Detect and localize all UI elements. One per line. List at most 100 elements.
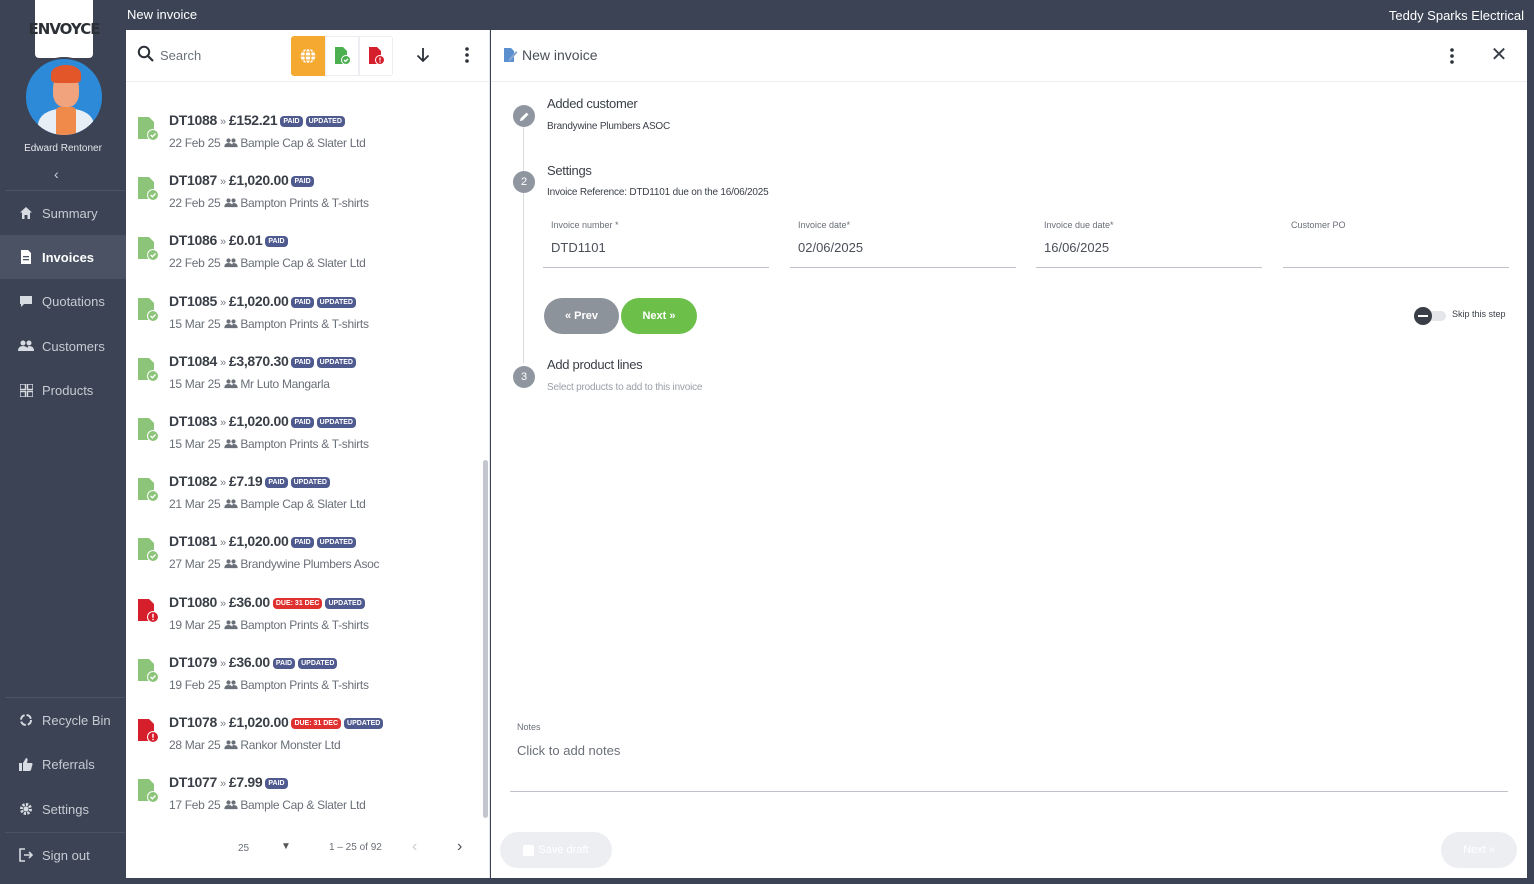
invoice-date: 27 Mar 25 — [169, 557, 221, 572]
search-input[interactable] — [160, 44, 280, 66]
nav-label: Sign out — [42, 847, 90, 863]
invoice-row[interactable]: DT1078» £1,020.00 DUE: 31 DEC UPDATED 28 Mar… — [126, 708, 482, 768]
list-scrollbar[interactable] — [483, 460, 488, 818]
paid-badge: PAID — [265, 236, 288, 248]
invoice-list: DT1088» £152.21 PAID UPDATED 22 Feb 25 Bample… — [126, 82, 482, 816]
step-3-title[interactable]: Add product lines — [547, 357, 643, 372]
filter-due-button[interactable] — [359, 36, 393, 76]
page-title: New invoice — [127, 7, 198, 22]
save-draft-button[interactable]: Save draft — [500, 832, 612, 868]
step-2-title[interactable]: Settings — [547, 163, 592, 178]
next-step-button[interactable]: Next » — [621, 298, 697, 334]
invoice-customer: Bampton Prints & T-shirts — [240, 196, 369, 211]
invoice-row[interactable]: DT1079» £36.00 PAID UPDATED 19 Feb 25 Bampton… — [126, 648, 482, 708]
nav-referrals[interactable]: Referrals — [0, 742, 126, 786]
invoice-row[interactable]: DT1081» £1,020.00 PAID UPDATED 27 Mar 25 Bran… — [126, 527, 482, 587]
skip-step-toggle[interactable] — [1414, 307, 1448, 325]
invoice-date-input[interactable] — [798, 240, 998, 255]
paid-badge: PAID — [291, 296, 314, 308]
step-1-title[interactable]: Added customer — [547, 96, 638, 111]
people-icon — [224, 379, 239, 388]
step-2-marker: 2 — [513, 171, 535, 193]
nav-invoices[interactable]: Invoices — [0, 235, 126, 279]
customer-po-input[interactable] — [1291, 240, 1491, 255]
invoice-date-field[interactable]: Invoice date* — [790, 218, 1016, 268]
user-name: Edward Rentoner — [24, 143, 102, 154]
updated-badge: UPDATED — [344, 718, 384, 729]
invoice-date: 19 Mar 25 — [169, 617, 221, 632]
thumbs-up-icon — [18, 756, 34, 772]
prev-step-button[interactable]: « Prev — [544, 298, 619, 334]
invoice-row[interactable]: DT1086» £0.01 PAID 22 Feb 25 Bample Cap & Sl… — [126, 226, 482, 286]
invoice-row[interactable]: DT1088» £152.21 PAID UPDATED 22 Feb 25 Bample… — [126, 106, 482, 166]
updated-badge: UPDATED — [298, 657, 338, 669]
separator: » — [220, 116, 226, 128]
paid-badge: PAID — [280, 116, 303, 127]
customer-po-field[interactable]: Customer PO — [1283, 218, 1509, 268]
notes-field[interactable]: Notes Click to add notes — [510, 720, 1508, 792]
field-label: Invoice due date* — [1044, 220, 1114, 230]
people-icon — [224, 620, 239, 629]
invoice-number-input[interactable] — [551, 240, 751, 255]
list-more-button[interactable] — [457, 44, 477, 66]
nav-summary[interactable]: Summary — [0, 191, 126, 235]
nav-products[interactable]: Products — [0, 368, 126, 412]
invoice-due-date-field[interactable]: Invoice due date* — [1036, 218, 1262, 268]
sort-down-button[interactable] — [412, 44, 434, 66]
save-icon — [523, 844, 535, 856]
paid-invoice-icon — [335, 47, 351, 65]
updated-badge: UPDATED — [316, 537, 356, 549]
nav-quotations[interactable]: Quotations — [0, 279, 126, 323]
invoice-row[interactable]: DT1085» £1,020.00 PAID UPDATED 15 Mar 25 Bamp… — [126, 287, 482, 347]
edit-invoice-icon — [504, 48, 518, 62]
invoice-number: DT1081 — [169, 533, 218, 550]
form-more-button[interactable] — [1442, 45, 1462, 67]
paid-badge: PAID — [291, 537, 314, 549]
nav-customers[interactable]: Customers — [0, 324, 126, 368]
invoice-meta: 19 Feb 25 Bampton Prints & T-shirts — [169, 678, 369, 692]
invoice-row[interactable]: DT1087» £1,020.00 PAID 22 Feb 25 Bampton Pri… — [126, 166, 482, 226]
search-icon — [137, 45, 154, 62]
invoice-meta: 22 Feb 25 Bample Cap & Slater Ltd — [169, 256, 366, 270]
filter-paid-button[interactable] — [325, 36, 359, 76]
invoice-number: DT1084 — [169, 352, 218, 369]
updated-badge: UPDATED — [305, 116, 345, 127]
invoice-row[interactable]: DT1080» £36.00 DUE: 31 DEC UPDATED 19 Mar 25… — [126, 588, 482, 648]
nav-settings[interactable]: Settings — [0, 787, 126, 831]
form-title: New invoice — [522, 47, 598, 63]
invoice-row[interactable]: DT1083» £1,020.00 PAID UPDATED 15 Mar 25 Bamp… — [126, 407, 482, 467]
recycle-icon — [18, 712, 34, 728]
nav-sign-out[interactable]: Sign out — [0, 833, 126, 877]
caret-down-icon[interactable]: ▼ — [281, 841, 291, 852]
nav-recycle-bin[interactable]: Recycle Bin — [0, 698, 126, 742]
invoice-due-date-input[interactable] — [1044, 240, 1244, 255]
invoice-row[interactable]: DT1077» £7.99 PAID 17 Feb 25 Bample Cap & Sl… — [126, 768, 482, 816]
invoice-amount: £7.19 — [228, 473, 263, 490]
search-bar — [126, 30, 490, 82]
paid-invoice-icon — [138, 538, 159, 563]
chevron-left-icon[interactable]: ‹ — [54, 166, 59, 182]
page-size-select[interactable]: 25 — [238, 843, 249, 854]
envoyce-logo[interactable]: ENVOYCE — [29, 0, 100, 58]
notes-placeholder[interactable]: Click to add notes — [517, 743, 620, 758]
step-1-subtitle: Brandywine Plumbers ASOC — [547, 121, 671, 132]
close-icon[interactable]: ✕ — [1488, 44, 1510, 66]
separator: » — [220, 236, 226, 249]
invoice-meta: 15 Mar 25 Bampton Prints & T-shirts — [169, 317, 369, 331]
nav-label: Customers — [42, 338, 105, 354]
filter-all-button[interactable] — [291, 36, 325, 76]
avatar[interactable] — [24, 57, 104, 137]
next-page-button[interactable]: › — [457, 838, 462, 856]
nav-label: Settings — [42, 801, 89, 817]
invoice-number-field[interactable]: Invoice number * — [543, 218, 769, 268]
footer-next-button[interactable]: Next » — [1441, 832, 1517, 868]
invoice-customer: Bampton Prints & T-shirts — [240, 316, 369, 331]
field-label: Invoice date* — [798, 220, 851, 230]
prev-page-button[interactable]: ‹ — [412, 838, 417, 856]
invoice-amount: £152.21 — [228, 112, 278, 128]
save-draft-label: Save draft — [538, 844, 589, 856]
invoice-row[interactable]: DT1082» £7.19 PAID UPDATED 21 Mar 25 Bample C… — [126, 467, 482, 527]
invoice-number: DT1086 — [169, 232, 218, 249]
separator: » — [220, 718, 226, 730]
invoice-row[interactable]: DT1084» £3,870.30 PAID UPDATED 15 Mar 25 Mr L… — [126, 347, 482, 407]
